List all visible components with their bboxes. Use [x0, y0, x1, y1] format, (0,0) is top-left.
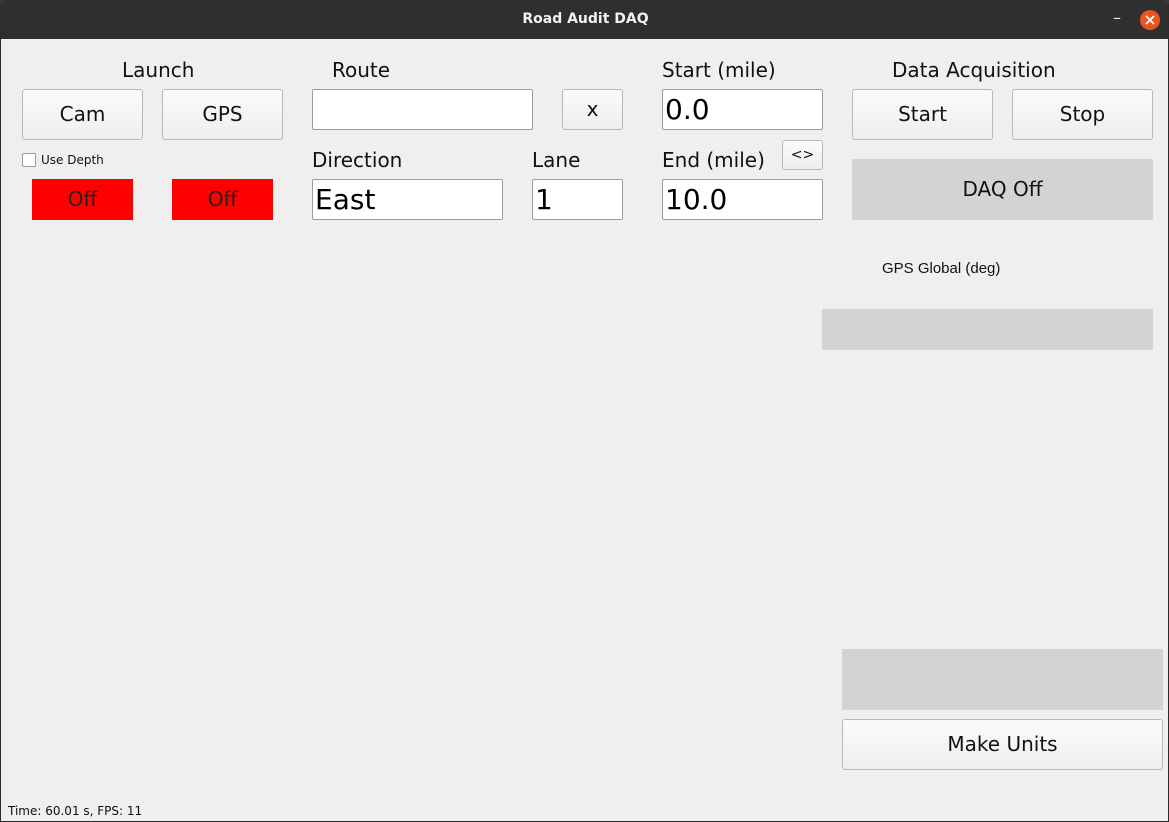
clear-route-button[interactable]: x [562, 89, 623, 130]
end-mile-label: End (mile) [662, 148, 765, 172]
minimize-button[interactable]: – [1107, 8, 1127, 30]
start-mile-label: Start (mile) [662, 58, 776, 82]
make-units-button[interactable]: Make Units [842, 719, 1163, 770]
swap-miles-label: <> [790, 147, 815, 163]
status-bar-text: Time: 60.01 s, FPS: 11 [8, 804, 143, 818]
make-units-label: Make Units [947, 732, 1058, 756]
launch-heading: Launch [122, 58, 195, 82]
daq-heading: Data Acquisition [892, 58, 1056, 82]
start-mile-input[interactable] [662, 89, 823, 130]
main-window: Road Audit DAQ – Launch Cam GPS Use Dept… [0, 0, 1169, 822]
units-status-panel [842, 649, 1163, 710]
direction-input[interactable] [312, 179, 503, 220]
swap-miles-button[interactable]: <> [782, 140, 823, 170]
clear-route-label: x [586, 97, 599, 121]
daq-start-button[interactable]: Start [852, 89, 993, 140]
cam-button-label: Cam [59, 102, 106, 126]
use-depth-label: Use Depth [41, 153, 104, 167]
daq-status-panel: DAQ Off [852, 159, 1153, 220]
route-heading: Route [332, 58, 391, 82]
cam-button[interactable]: Cam [22, 89, 143, 140]
daq-stop-label: Stop [1059, 102, 1106, 126]
gps-status-indicator: Off [172, 179, 273, 220]
route-input[interactable] [312, 89, 533, 130]
window-title: Road Audit DAQ [522, 11, 649, 27]
close-button[interactable] [1140, 10, 1160, 30]
daq-start-label: Start [898, 102, 947, 126]
end-mile-input[interactable] [662, 179, 823, 220]
gps-button-label: GPS [202, 102, 243, 126]
gps-global-label: GPS Global (deg) [882, 260, 1001, 277]
close-icon [1145, 15, 1155, 25]
lane-label: Lane [532, 148, 581, 172]
title-bar[interactable]: Road Audit DAQ – [1, 1, 1168, 39]
gps-global-display [822, 309, 1153, 350]
gps-button[interactable]: GPS [162, 89, 283, 140]
use-depth-checkbox[interactable] [22, 153, 36, 167]
lane-input[interactable] [532, 179, 623, 220]
cam-status-indicator: Off [32, 179, 133, 220]
daq-stop-button[interactable]: Stop [1012, 89, 1153, 140]
direction-label: Direction [312, 148, 403, 172]
